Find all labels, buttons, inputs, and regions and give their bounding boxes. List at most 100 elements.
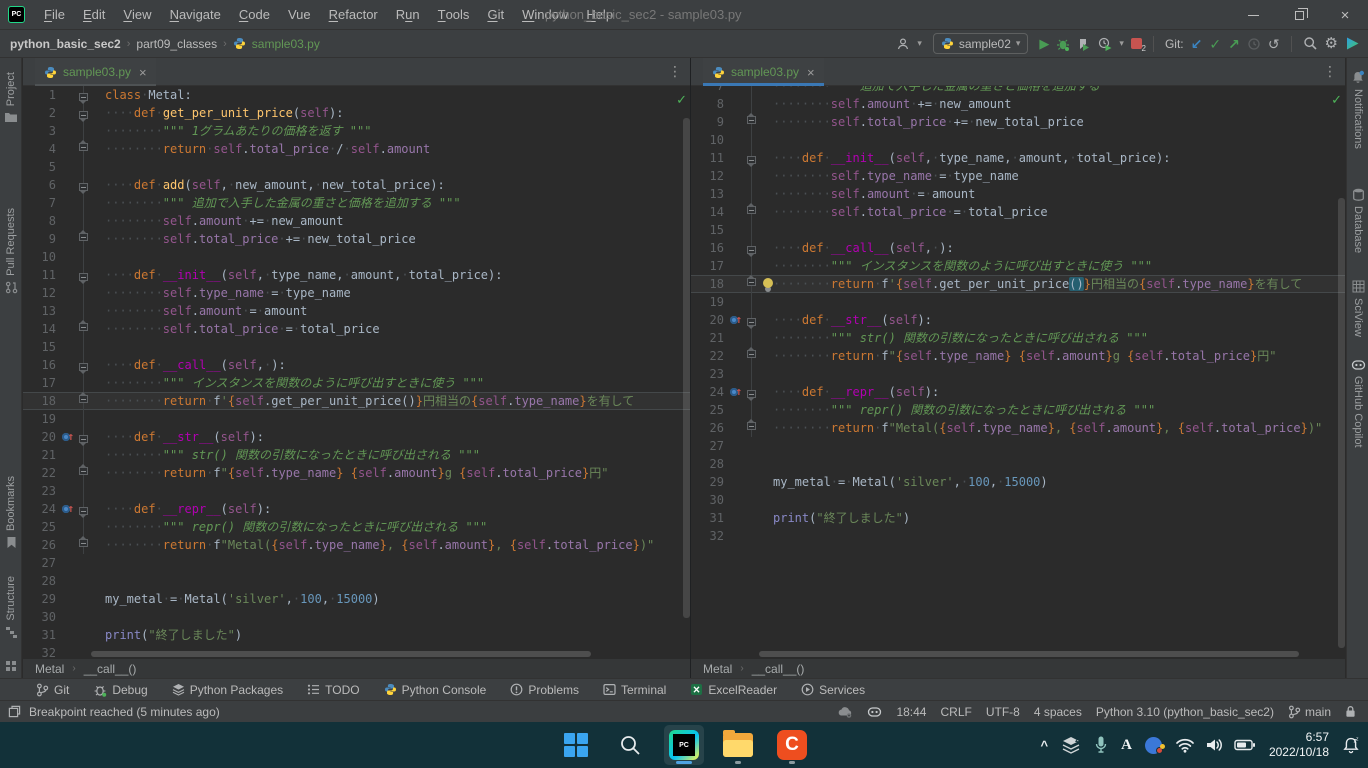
run-button[interactable]: ▶: [1039, 37, 1049, 50]
menu-navigate[interactable]: Navigate: [161, 0, 230, 30]
tray-colored-ball-icon[interactable]: [1145, 737, 1162, 754]
chevron-down-icon[interactable]: ▾: [1119, 38, 1124, 49]
editor-tab[interactable]: sample03.py×: [35, 58, 156, 86]
gutter[interactable]: 18: [23, 392, 91, 410]
fold-marker[interactable]: [747, 318, 756, 326]
fold-marker[interactable]: [79, 183, 88, 191]
breadcrumb-package[interactable]: part09_classes: [136, 37, 217, 51]
git-update-icon[interactable]: ↙: [1191, 37, 1203, 51]
menu-git[interactable]: Git: [478, 0, 513, 30]
settings-gear-icon[interactable]: ⚙: [1325, 36, 1338, 51]
gutter[interactable]: 21: [691, 329, 759, 347]
git-push-icon[interactable]: ↗: [1228, 37, 1240, 51]
gutter[interactable]: 14: [23, 320, 91, 338]
menu-file[interactable]: File: [35, 0, 74, 30]
search-icon[interactable]: [1303, 36, 1318, 51]
fold-marker[interactable]: [79, 363, 88, 371]
menu-run[interactable]: Run: [387, 0, 429, 30]
taskbar-app-start[interactable]: [556, 725, 596, 765]
menu-code[interactable]: Code: [230, 0, 279, 30]
pycharm-logo-icon[interactable]: PC: [8, 6, 25, 23]
tool-window-button-github-copilot[interactable]: GitHub Copilot: [1347, 358, 1368, 448]
gutter[interactable]: 30: [23, 608, 91, 626]
gutter[interactable]: 21: [23, 446, 91, 464]
line-separator-widget[interactable]: CRLF: [940, 705, 971, 719]
gutter[interactable]: 29: [691, 473, 759, 491]
gutter[interactable]: 10: [23, 248, 91, 266]
kebab-menu-icon[interactable]: ⋮: [1323, 63, 1337, 80]
gutter[interactable]: 26: [691, 419, 759, 437]
tool-window-button-problems[interactable]: Problems: [510, 683, 579, 697]
gutter[interactable]: 5: [23, 158, 91, 176]
lock-icon[interactable]: [1345, 705, 1356, 718]
gutter[interactable]: 15: [691, 221, 759, 239]
gutter[interactable]: 17: [23, 374, 91, 392]
tool-window-button-bookmarks[interactable]: Bookmarks: [0, 476, 22, 549]
gutter[interactable]: 22: [691, 347, 759, 365]
fold-marker[interactable]: [79, 323, 88, 331]
taskbar-app-search[interactable]: [610, 725, 650, 765]
fold-marker[interactable]: [79, 273, 88, 281]
fold-marker[interactable]: [79, 539, 88, 547]
bell-zz-icon[interactable]: zz: [1342, 736, 1360, 754]
gutter[interactable]: 7: [23, 194, 91, 212]
interpreter-widget[interactable]: Python 3.10 (python_basic_sec2): [1096, 705, 1274, 719]
editor-pane-left[interactable]: sample03.py×⋮1class·Metal:2····def·get_p…: [23, 58, 690, 678]
close-icon[interactable]: ×: [807, 65, 815, 80]
gutter[interactable]: 23: [691, 365, 759, 383]
gutter[interactable]: 20↑: [23, 428, 91, 446]
system-tray-group[interactable]: [1175, 737, 1256, 753]
gutter[interactable]: 23: [23, 482, 91, 500]
gutter[interactable]: 25: [691, 401, 759, 419]
taskbar-clock[interactable]: 6:572022/10/18: [1269, 730, 1329, 760]
breadcrumb-class[interactable]: Metal: [703, 662, 732, 676]
fold-marker[interactable]: [747, 350, 756, 358]
fold-marker[interactable]: [747, 206, 756, 214]
tool-window-button-git[interactable]: Git: [36, 683, 69, 697]
gutter[interactable]: 7: [691, 86, 759, 95]
code-editor[interactable]: 1class·Metal:2····def·get_per_unit_price…: [23, 86, 690, 658]
gutter[interactable]: 3: [23, 122, 91, 140]
indent-widget[interactable]: 4 spaces: [1034, 705, 1082, 719]
gutter[interactable]: 19: [691, 293, 759, 311]
minimize-button[interactable]: [1230, 0, 1276, 30]
gutter[interactable]: 9: [23, 230, 91, 248]
history-icon[interactable]: [1247, 37, 1261, 51]
menu-refactor[interactable]: Refactor: [320, 0, 387, 30]
gutter[interactable]: 28: [23, 572, 91, 590]
gutter[interactable]: 13: [23, 302, 91, 320]
gutter[interactable]: 27: [691, 437, 759, 455]
profiler-icon[interactable]: [1098, 37, 1112, 51]
fold-marker[interactable]: [747, 278, 756, 286]
breadcrumb-method[interactable]: __call__(): [752, 662, 805, 676]
fold-marker[interactable]: [79, 143, 88, 151]
gutter[interactable]: 8: [691, 95, 759, 113]
inspections-ok-icon[interactable]: ✓: [676, 92, 687, 108]
git-branch-widget[interactable]: main: [1288, 705, 1331, 719]
gutter[interactable]: 2: [23, 104, 91, 122]
breadcrumb-class[interactable]: Metal: [35, 662, 64, 676]
editor-tab[interactable]: sample03.py×: [703, 58, 824, 86]
gutter[interactable]: 26: [23, 536, 91, 554]
editor-pane-right[interactable]: sample03.py×⋮7········""" 追加で入手した金属の重さと価…: [690, 58, 1345, 678]
gutter[interactable]: 1: [23, 86, 91, 104]
gutter[interactable]: 18: [691, 275, 759, 293]
override-method-icon[interactable]: ↑: [730, 386, 742, 398]
fold-marker[interactable]: [79, 93, 88, 101]
fold-marker[interactable]: [747, 390, 756, 398]
tool-window-button-notifications[interactable]: Notifications: [1347, 70, 1368, 149]
gutter[interactable]: 32: [23, 644, 91, 658]
gutter[interactable]: 13: [691, 185, 759, 203]
gutter[interactable]: 8: [23, 212, 91, 230]
tool-window-button-todo[interactable]: TODO: [307, 683, 359, 697]
intention-bulb-icon[interactable]: [763, 278, 773, 288]
gutter[interactable]: 16: [23, 356, 91, 374]
override-method-icon[interactable]: ↑: [62, 503, 74, 515]
gutter[interactable]: 31: [691, 509, 759, 527]
horizontal-scrollbar[interactable]: [91, 651, 591, 657]
vertical-scrollbar[interactable]: [683, 118, 690, 618]
close-button[interactable]: ×: [1322, 0, 1368, 30]
gutter[interactable]: 27: [23, 554, 91, 572]
breadcrumb-project[interactable]: python_basic_sec2: [10, 37, 121, 51]
coverage-icon[interactable]: [1077, 37, 1091, 51]
